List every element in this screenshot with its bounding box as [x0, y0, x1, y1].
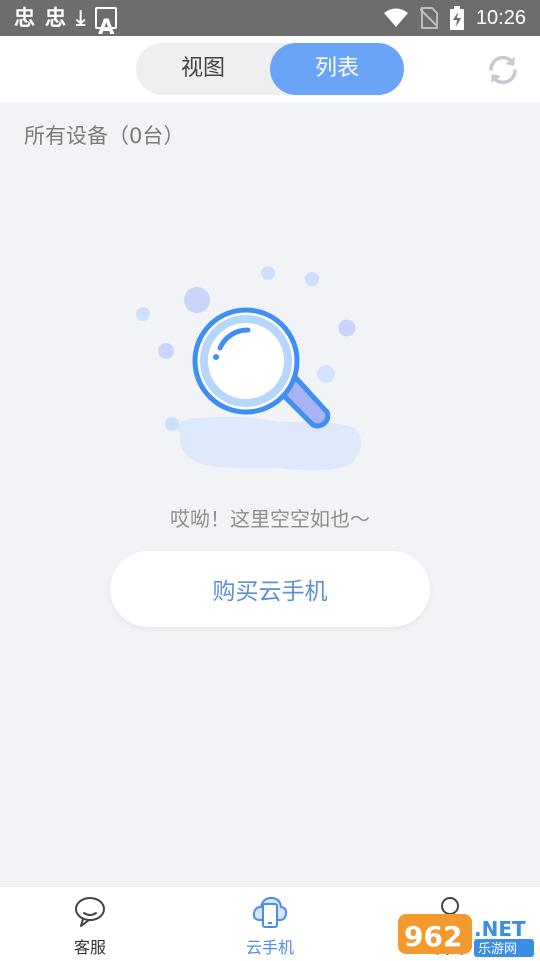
refresh-icon[interactable] [486, 53, 520, 87]
status-bar-right: 10:26 [383, 0, 526, 36]
nav-label: 云手机 [245, 938, 294, 957]
top-bar: 视图 列表 [0, 36, 540, 102]
nav-item-customer-service[interactable]: 客服 [0, 887, 180, 961]
svg-text:962: 962 [404, 920, 462, 953]
notification-app-icon: 忠 [45, 6, 66, 30]
svg-text:.NET: .NET [474, 917, 526, 941]
chat-bubble-icon [75, 897, 105, 927]
svg-text:乐游网: 乐游网 [478, 942, 517, 957]
battery-charging-icon [449, 6, 464, 30]
nav-item-cloud-phone[interactable]: 云手机 [180, 887, 360, 961]
no-sim-icon [419, 7, 438, 29]
status-bar-left: 忠 忠 ⤓ A [14, 0, 118, 39]
clock: 10:26 [475, 7, 526, 29]
empty-state-message: 哎呦！这里空空如也～ [170, 507, 370, 531]
empty-search-illustration [136, 266, 362, 471]
notification-app-icon: 忠 [14, 6, 35, 30]
status-bar: 忠 忠 ⤓ A 10:26 [0, 0, 540, 39]
cloud-phone-icon [252, 896, 288, 928]
watermark-logo: 962 .NET 乐游网 [398, 914, 534, 957]
notification-a-icon: A [95, 7, 118, 39]
buy-cloud-phone-button[interactable]: 购买云手机 [110, 551, 430, 627]
wifi-icon [383, 8, 408, 27]
download-icon: ⤓ [76, 6, 86, 30]
view-mode-toggle: 视图 列表 [136, 43, 404, 95]
tab-view[interactable]: 视图 [136, 43, 270, 95]
nav-label: 客服 [73, 938, 106, 957]
device-count-label: 所有设备（0台） [24, 124, 185, 148]
tab-list[interactable]: 列表 [270, 43, 404, 95]
